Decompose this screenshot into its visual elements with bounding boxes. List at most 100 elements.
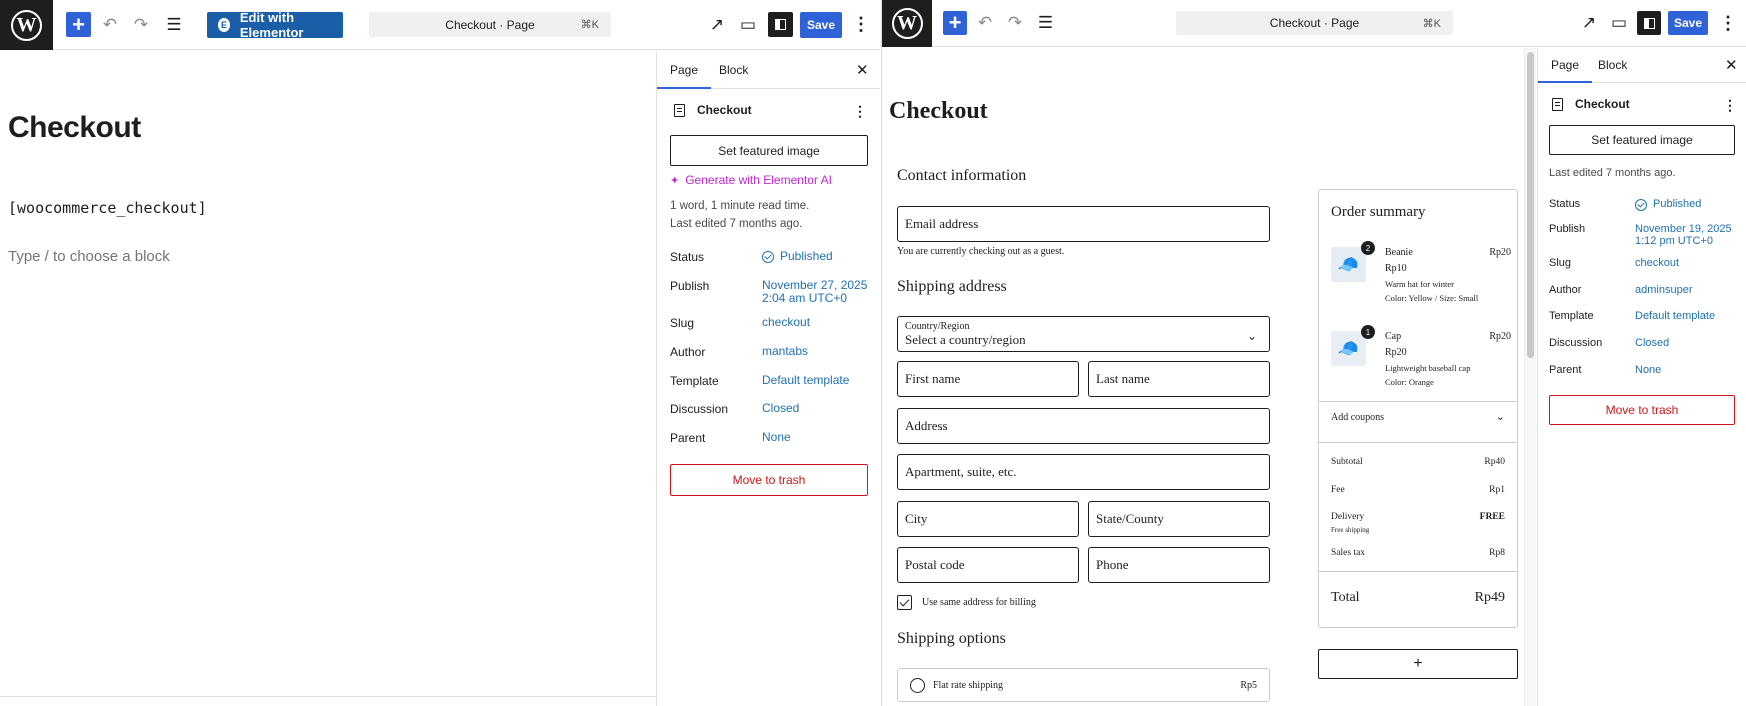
save-button[interactable]: Save <box>800 12 842 38</box>
first-name-field[interactable]: First name <box>897 361 1079 397</box>
redo-icon[interactable]: ↷ <box>130 12 152 37</box>
options-menu-icon[interactable]: ⋮ <box>1719 11 1737 35</box>
document-title: Checkout <box>697 103 752 117</box>
slug-value[interactable]: checkout <box>762 316 810 329</box>
move-to-trash-button[interactable]: Move to trash <box>670 464 868 496</box>
settings-sidebar-toggle[interactable] <box>768 12 793 37</box>
phone-field[interactable]: Phone <box>1088 547 1270 583</box>
apartment-field[interactable]: Apartment, suite, etc. <box>897 454 1270 490</box>
last-edited: Last edited 7 months ago. <box>1549 167 1676 179</box>
discussion-value[interactable]: Closed <box>1635 337 1669 350</box>
item-name: Cap <box>1385 331 1402 342</box>
discussion-label: Discussion <box>670 402 729 416</box>
page-icon <box>1552 97 1563 111</box>
command-palette-button[interactable]: Checkout · Page ⌘K <box>1176 11 1453 35</box>
discussion-value[interactable]: Closed <box>762 402 799 415</box>
slug-label: Slug <box>670 316 695 330</box>
undo-icon[interactable]: ↶ <box>974 11 996 35</box>
last-name-field[interactable]: Last name <box>1088 361 1270 397</box>
document-actions-icon[interactable]: ⋮ <box>853 103 867 120</box>
template-value[interactable]: Default template <box>1635 310 1715 323</box>
settings-sidebar: Page Block ✕ Checkout ⋮ Set featured ima… <box>656 51 880 706</box>
options-menu-icon[interactable]: ⋮ <box>852 12 870 37</box>
document-title: Checkout <box>1575 97 1630 111</box>
country-value: Select a country/region <box>905 331 1026 347</box>
add-block-button[interactable]: + <box>66 12 91 37</box>
save-button[interactable]: Save <box>1668 11 1708 35</box>
quantity-badge: 2 <box>1361 241 1375 255</box>
document-summary: Checkout <box>674 103 752 117</box>
tab-block[interactable]: Block <box>1598 48 1627 82</box>
close-icon[interactable]: ✕ <box>1725 56 1738 74</box>
preview-icon[interactable]: ▭ <box>737 12 759 37</box>
list-view-icon[interactable]: ☰ <box>162 12 186 37</box>
tab-page[interactable]: Page <box>1537 48 1593 83</box>
command-palette-button[interactable]: Checkout · Page ⌘K <box>369 12 611 37</box>
page-title[interactable]: Checkout <box>889 98 988 125</box>
state-field[interactable]: State/County <box>1088 501 1270 537</box>
city-field[interactable]: City <box>897 501 1079 537</box>
author-value[interactable]: adminsuper <box>1635 284 1692 297</box>
tab-block[interactable]: Block <box>719 51 748 88</box>
tab-page[interactable]: Page <box>656 51 712 89</box>
shipping-heading: Shipping address <box>897 278 1007 295</box>
slug-value[interactable]: checkout <box>1635 257 1679 270</box>
preview-icon[interactable]: ▭ <box>1608 11 1630 35</box>
email-field[interactable]: Email address <box>897 206 1270 242</box>
view-page-icon[interactable]: ↗ <box>1578 11 1600 35</box>
flat-rate-radio[interactable] <box>910 677 925 693</box>
wordpress-logo-button[interactable]: W <box>0 0 53 50</box>
close-icon[interactable]: ✕ <box>856 61 869 79</box>
canvas-scrollbar-thumb[interactable] <box>1527 52 1534 358</box>
redo-icon[interactable]: ↷ <box>1004 11 1026 35</box>
address-field[interactable]: Address <box>897 408 1270 444</box>
country-select[interactable]: Country/Region Select a country/region ⌄ <box>897 316 1270 352</box>
add-block-button[interactable]: + <box>943 10 967 35</box>
shortcode-block[interactable]: [woocommerce_checkout] <box>8 199 207 217</box>
same-billing-checkbox-row[interactable]: Use same address for billing <box>897 595 1036 610</box>
wordpress-logo-button[interactable]: W <box>882 0 932 47</box>
undo-icon[interactable]: ↶ <box>99 12 121 37</box>
author-value[interactable]: mantabs <box>762 345 808 358</box>
parent-value[interactable]: None <box>762 431 791 444</box>
block-placeholder[interactable]: Type / to choose a block <box>8 248 170 265</box>
settings-sidebar-toggle[interactable] <box>1637 11 1661 35</box>
sidebar-tabs: Page Block ✕ <box>1537 48 1746 83</box>
postal-code-field[interactable]: Postal code <box>897 547 1079 583</box>
item-unit-price: Rp10 <box>1385 263 1407 274</box>
author-label: Author <box>1549 284 1582 296</box>
item-total: Rp20 <box>1489 247 1511 258</box>
edit-with-elementor-button[interactable]: E Edit with Elementor <box>207 10 343 40</box>
wordpress-icon: W <box>11 9 42 41</box>
same-billing-checkbox[interactable] <box>897 595 912 610</box>
set-featured-image-button[interactable]: Set featured image <box>670 135 868 166</box>
discussion-label: Discussion <box>1549 337 1603 349</box>
set-featured-image-button[interactable]: Set featured image <box>1549 125 1735 155</box>
last-edited: Last edited 7 months ago. <box>670 218 803 230</box>
template-value[interactable]: Default template <box>762 374 849 387</box>
guest-note: You are currently checking out as a gues… <box>897 246 1065 257</box>
sidebar-icon <box>1643 17 1655 29</box>
generate-with-ai-link[interactable]: ✦ Generate with Elementor AI <box>670 173 832 187</box>
list-view-icon[interactable]: ☰ <box>1034 11 1057 35</box>
delivery-label: Delivery <box>1331 512 1365 522</box>
page-title[interactable]: Checkout <box>8 111 141 145</box>
publish-date[interactable]: November 27, 2025 2:04 am UTC+0 <box>762 279 867 305</box>
summary-divider <box>1319 442 1517 443</box>
checkout-preview-canvas: Checkout Contact information Email addre… <box>882 48 1537 706</box>
total-label: Total <box>1331 590 1360 605</box>
status-value[interactable]: Published <box>1635 198 1701 211</box>
add-coupons-toggle[interactable]: Add coupons ⌄ <box>1331 410 1505 423</box>
add-block-inserter[interactable]: + <box>1318 649 1518 679</box>
view-page-icon[interactable]: ↗ <box>706 12 728 37</box>
document-actions-icon[interactable]: ⋮ <box>1723 97 1737 114</box>
editor-canvas: Checkout [woocommerce_checkout] Type / t… <box>0 51 657 706</box>
publish-label: Publish <box>670 279 710 293</box>
command-palette-title: Checkout · Page <box>1269 16 1360 30</box>
status-value[interactable]: Published <box>762 250 833 263</box>
publish-date[interactable]: November 19, 2025 1:12 pm UTC+0 <box>1635 223 1732 247</box>
status-label: Status <box>1549 198 1581 210</box>
move-to-trash-button[interactable]: Move to trash <box>1549 395 1735 425</box>
parent-value[interactable]: None <box>1635 364 1661 377</box>
flat-rate-option[interactable]: Flat rate shipping Rp5 <box>897 668 1270 702</box>
